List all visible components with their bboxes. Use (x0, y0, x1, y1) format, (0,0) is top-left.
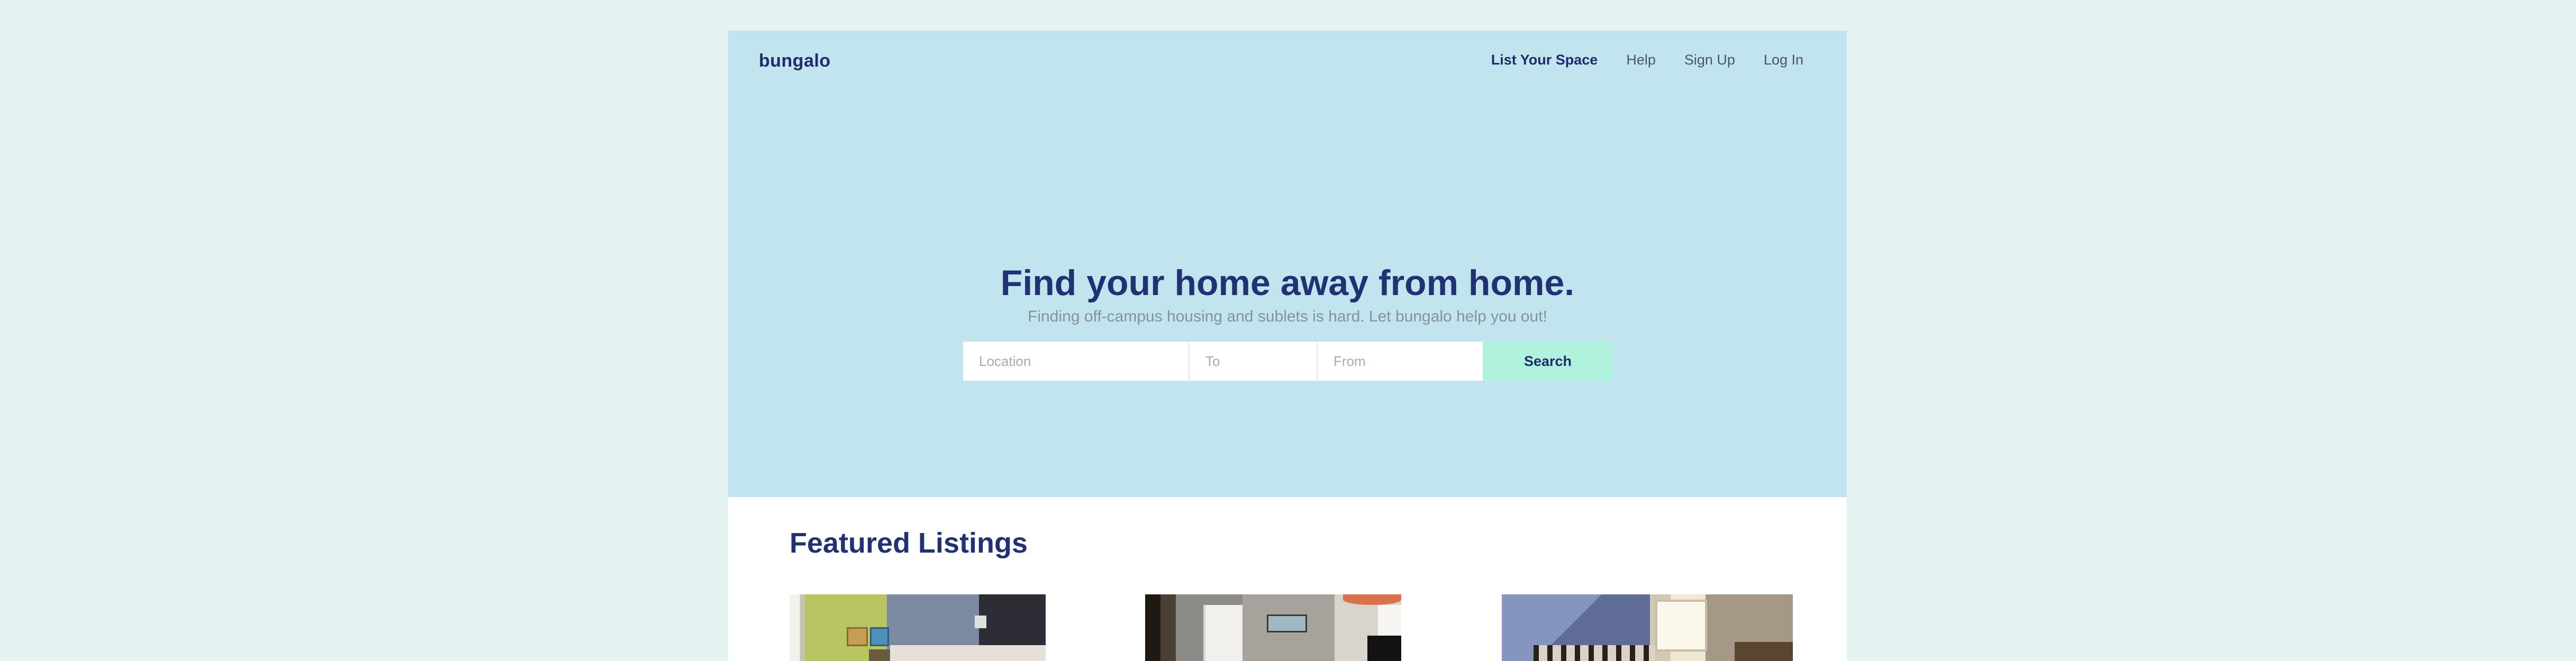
television (1367, 636, 1401, 661)
door (1203, 605, 1242, 661)
search-button[interactable]: Search (1483, 342, 1613, 381)
listing-photo-living-room[interactable] (1145, 594, 1401, 661)
listing-card[interactable] (1502, 594, 1793, 661)
window (1378, 605, 1401, 637)
wall-picture (975, 616, 986, 628)
to-date-input[interactable] (1190, 342, 1318, 381)
app-frame: bungalo List Your Space Help Sign Up Log… (728, 31, 1847, 661)
nav-list-your-space-link[interactable]: List Your Space (1491, 52, 1598, 68)
wall-picture (1267, 614, 1307, 632)
nav-sign-up-link[interactable]: Sign Up (1684, 52, 1735, 68)
dresser (1735, 642, 1793, 661)
hero-section: bungalo List Your Space Help Sign Up Log… (728, 31, 1847, 497)
listing-photo-attic-bedroom[interactable] (1502, 594, 1793, 661)
listing-card[interactable] (790, 594, 1046, 661)
nav-log-in-link[interactable]: Log In (1764, 52, 1803, 68)
window (1655, 600, 1707, 651)
search-form: Search (963, 342, 1613, 381)
listing-photo-bedroom[interactable] (790, 594, 1046, 661)
from-date-input[interactable] (1318, 342, 1483, 381)
location-input[interactable] (963, 342, 1190, 381)
wall-picture (847, 627, 868, 646)
listing-card[interactable] (1145, 594, 1401, 661)
featured-listings-title: Featured Listings (790, 527, 1028, 559)
hero-title: Find your home away from home. (1000, 263, 1575, 303)
nav-help-link[interactable]: Help (1626, 52, 1656, 68)
bed (890, 645, 1046, 661)
ceiling-lamp (1343, 594, 1401, 605)
top-nav: List Your Space Help Sign Up Log In (1491, 52, 1803, 68)
bed-headboard (1534, 645, 1655, 661)
brand-logo[interactable]: bungalo (759, 51, 831, 71)
wall-picture (870, 627, 889, 646)
hero-subtitle: Finding off-campus housing and sublets i… (1028, 308, 1547, 325)
